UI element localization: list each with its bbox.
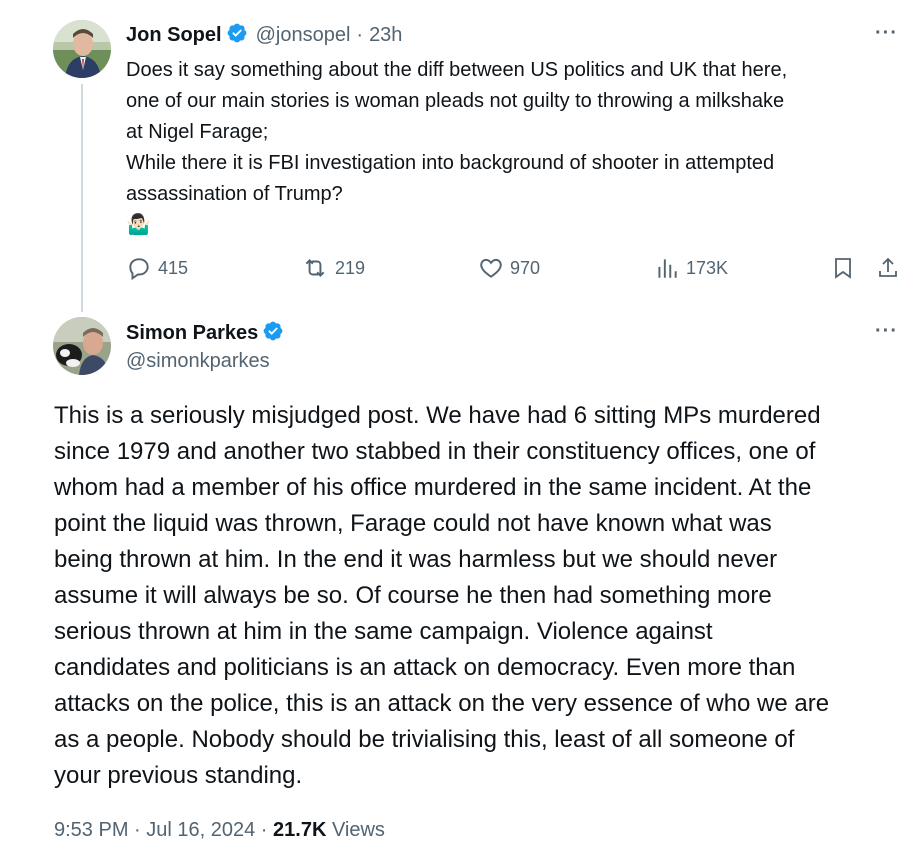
tweet-line: assassination of Trump? [126,183,343,205]
bookmark-icon [835,258,851,279]
repost-button[interactable]: 219 [301,255,365,281]
action-bar: 415 219 970 173K [126,255,906,281]
tweet-views-label: Views [326,819,385,841]
repost-count: 219 [335,257,366,278]
tweet-timestamp[interactable]: 9:53 PM · Jul 16, 2024 · [54,819,273,841]
like-count: 970 [510,257,541,278]
shrug-emoji: 🤷🏻‍♂️ [126,214,151,236]
heart-icon [480,258,502,278]
tweet-metadata: 9:53 PM · Jul 16, 2024 · 21.7K Views [54,819,385,842]
main-tweet-header: Simon Parkes [126,320,284,347]
author-name[interactable]: Simon Parkes [126,322,258,345]
tweet-line: attacks on the police, this is an attack… [54,690,830,717]
reply-icon [129,258,149,281]
analytics-icon [658,259,677,278]
more-options-button[interactable]: ··· [875,320,898,343]
thread-connector-line [81,84,83,312]
tweet-line: candidates and politicians is an attack … [54,654,796,681]
quoted-tweet-text: Does it say something about the diff bet… [126,55,906,241]
tweet-line: point the liquid was thrown, Farage coul… [54,510,772,537]
tweet-line: at Nigel Farage; [126,121,269,143]
bookmark-button[interactable] [831,255,861,281]
tweet-line: your previous standing. [54,762,303,789]
avatar-simon-parkes[interactable] [53,317,111,375]
repost-icon [305,259,325,277]
author-handle[interactable]: @simonkparkes [126,350,270,373]
views-count: 173K [686,257,729,278]
tweet-time[interactable]: 23h [369,24,402,47]
tweet-views-count: 21.7K [273,819,327,841]
reply-count: 415 [158,257,189,278]
tweet-line: whom had a member of his office murdered… [54,474,812,501]
author-handle[interactable]: @jonsopel [256,24,351,47]
share-button[interactable] [876,255,906,281]
tweet-line: since 1979 and another two stabbed in th… [54,438,816,465]
tweet-line: being thrown at him. In the end it was h… [54,546,778,573]
verified-badge-icon [226,22,248,49]
dot-separator: · [356,24,364,46]
tweet-line: one of our main stories is woman pleads … [126,90,785,112]
views-button[interactable]: 173K [654,255,728,281]
tweet-line: This is a seriously misjudged post. We h… [54,402,821,429]
avatar-jon-sopel[interactable] [53,20,111,78]
more-options-button[interactable]: ··· [875,22,898,45]
tweet-line: While there it is FBI investigation into… [126,152,775,174]
quoted-tweet-header: Jon Sopel @jonsopel · 23h [126,22,402,49]
share-icon [879,257,897,277]
reply-button[interactable]: 415 [126,255,188,281]
tweet-line: serious thrown at him in the same campai… [54,618,713,645]
verified-badge-icon [262,320,284,347]
author-name[interactable]: Jon Sopel [126,24,222,47]
tweet-line: assume it will always be so. Of course h… [54,582,772,609]
main-tweet-text: This is a seriously misjudged post. We h… [54,398,914,794]
tweet-line: Does it say something about the diff bet… [126,59,788,81]
like-button[interactable]: 970 [478,255,540,281]
tweet-line: as a people. Nobody should be trivialisi… [54,726,795,753]
